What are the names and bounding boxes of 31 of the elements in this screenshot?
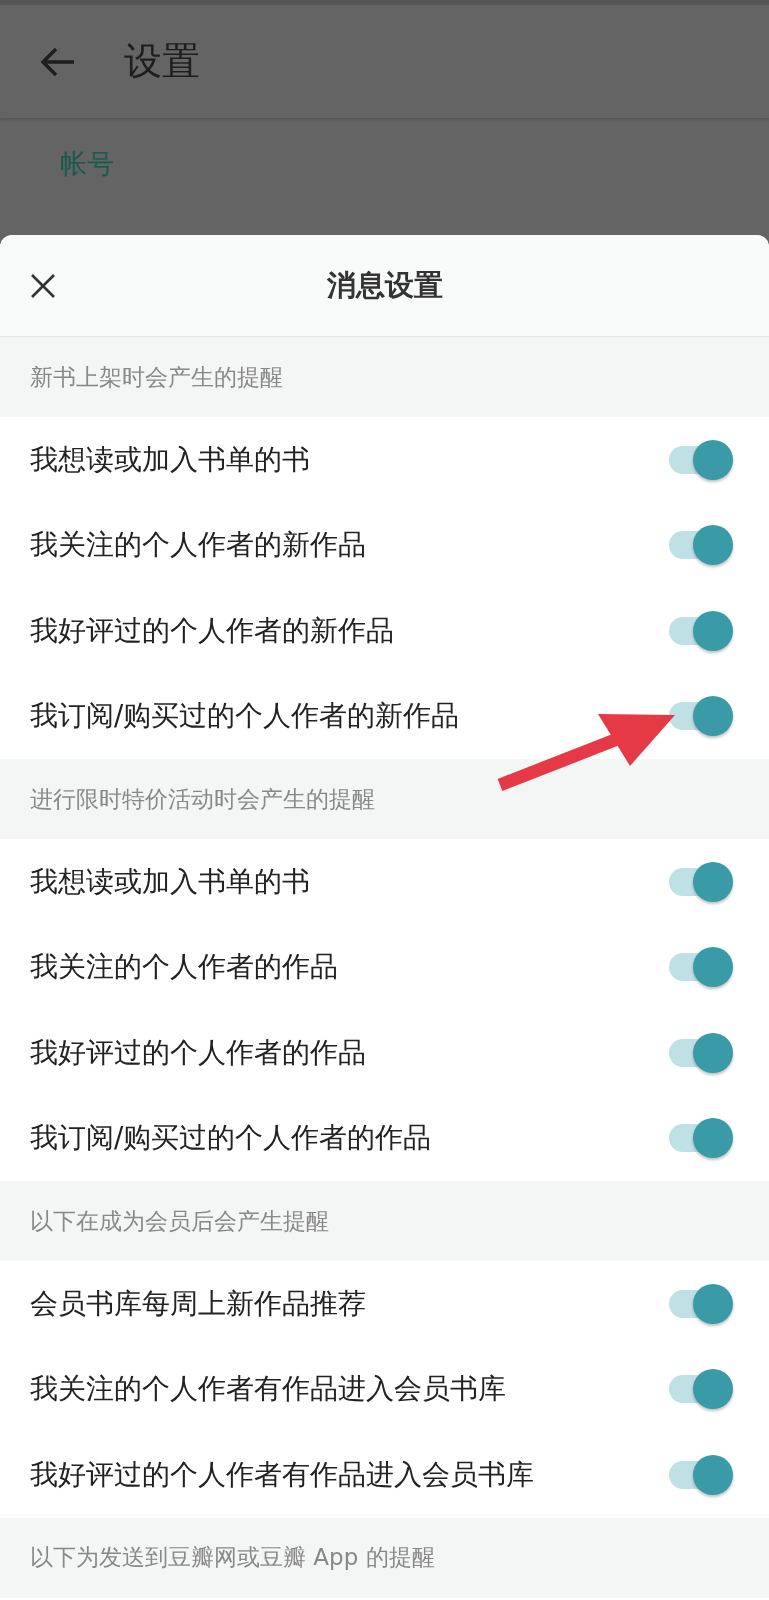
- close-icon[interactable]: [30, 272, 56, 299]
- section-header: 新书上架时会产生的提醒: [30, 362, 283, 392]
- setting-label: 我好评过的个人作者的作品: [30, 1034, 366, 1070]
- toggle-switch[interactable]: [669, 860, 733, 903]
- toggle-switch[interactable]: [669, 1282, 733, 1325]
- toggle-switch[interactable]: [669, 609, 733, 652]
- toggle-switch[interactable]: [669, 438, 733, 481]
- toggle-switch[interactable]: [669, 695, 733, 738]
- toggle-switch[interactable]: [669, 1453, 733, 1496]
- back-arrow-icon[interactable]: [40, 45, 76, 78]
- setting-label: 我好评过的个人作者的新作品: [30, 612, 394, 648]
- section-label: 帐号: [60, 147, 115, 181]
- toggle-switch[interactable]: [669, 1031, 733, 1074]
- sheet-title: 消息设置: [326, 266, 443, 304]
- setting-label: 我好评过的个人作者有作品进入会员书库: [30, 1456, 534, 1492]
- section-header: 以下为发送到豆瓣网或豆瓣 App 的提醒: [30, 1543, 435, 1572]
- section-header: 以下在成为会员后会产生提醒: [30, 1206, 329, 1236]
- page-title: 设置: [124, 38, 200, 85]
- setting-label: 会员书库每周上新作品推荐: [30, 1285, 366, 1321]
- toggle-switch[interactable]: [669, 1117, 733, 1160]
- section-header: 进行限时特价活动时会产生的提醒: [30, 784, 375, 814]
- setting-label: 我想读或加入书单的书: [30, 863, 310, 899]
- toggle-switch[interactable]: [669, 946, 733, 989]
- setting-label: 我想读或加入书单的书: [30, 441, 310, 477]
- toggle-switch[interactable]: [669, 1368, 733, 1411]
- setting-label: 我关注的个人作者有作品进入会员书库: [30, 1371, 506, 1407]
- setting-label: 我订阅/购买过的个人作者的作品: [30, 1120, 432, 1156]
- toggle-switch[interactable]: [669, 524, 733, 567]
- setting-label: 我关注的个人作者的新作品: [30, 527, 366, 563]
- setting-label: 我关注的个人作者的作品: [30, 949, 338, 985]
- setting-label: 我订阅/购买过的个人作者的新作品: [30, 698, 460, 734]
